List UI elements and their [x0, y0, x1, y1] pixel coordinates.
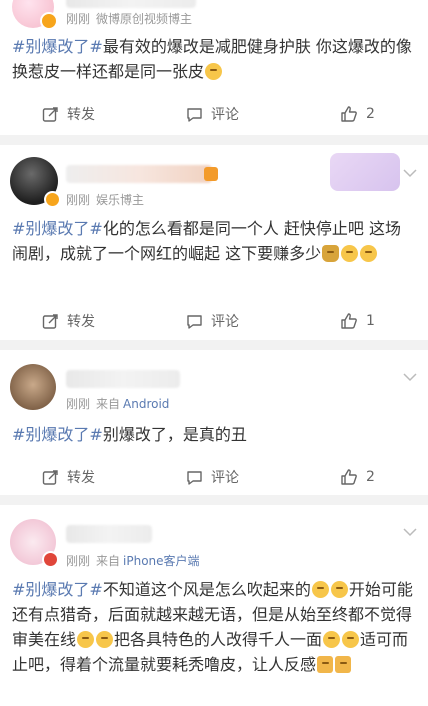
username-blurred[interactable] — [66, 0, 196, 8]
post-source-prefix: 来自 — [96, 397, 121, 411]
repost-icon — [42, 106, 58, 122]
post-card-2: 刚刚 娱乐博主 #别爆改了#化的怎么看都是同一个人 赶快停止吧 这场闹剧，成就了一… — [0, 145, 428, 340]
smirk-emoji-icon — [96, 631, 114, 648]
post-meta: 刚刚 微博原创视频博主 — [66, 10, 192, 27]
repost-label: 转发 — [67, 314, 95, 330]
post-text: #别爆改了#别爆改了，是真的丑 — [12, 422, 416, 447]
post-source[interactable]: Android — [123, 397, 169, 411]
repost-label: 转发 — [67, 470, 95, 486]
post-card-1: 刚刚 微博原创视频博主 #别爆改了#最有效的爆改是减肥健身护肤 你这爆改的像换惹皮… — [0, 0, 428, 135]
post-body-part-3: 把各具特色的人改得千人一面 — [114, 630, 323, 649]
comment-button[interactable]: 评论 — [186, 459, 239, 495]
username-blurred[interactable] — [66, 370, 180, 388]
post-body: 别爆改了，是真的丑 — [102, 425, 247, 444]
post-time: 刚刚 — [66, 12, 91, 26]
red-badge-icon — [42, 551, 59, 568]
action-bar: 转发 评论 1 — [0, 303, 428, 339]
like-count: 2 — [366, 469, 375, 485]
username-blurred[interactable] — [66, 525, 152, 543]
repost-icon — [42, 469, 58, 485]
post-text: #别爆改了#不知道这个风是怎么吹起来的 开始可能还有点猎奇，后面就越来越无语，但是… — [12, 577, 416, 677]
money-bag-emoji-icon — [322, 245, 340, 262]
repost-icon — [42, 313, 58, 329]
post-text: #别爆改了#最有效的爆改是减肥健身护肤 你这爆改的像换惹皮一样还都是同一张皮 — [12, 34, 416, 84]
post-body-part-1: 不知道这个风是怎么吹起来的 — [102, 580, 311, 599]
smirk-emoji-icon — [311, 581, 329, 598]
post-meta: 刚刚 来自 iPhone客户端 — [66, 552, 200, 569]
repost-button[interactable]: 转发 — [42, 303, 95, 339]
post-source: 微博原创视频博主 — [96, 12, 193, 26]
thumb-up-icon — [341, 313, 357, 329]
like-button[interactable]: 1 — [340, 303, 375, 339]
repost-button[interactable]: 转发 — [42, 96, 95, 132]
repost-label: 转发 — [67, 107, 95, 123]
comment-button[interactable]: 评论 — [186, 303, 239, 339]
like-count: 2 — [366, 106, 375, 122]
smirk-emoji-icon — [342, 631, 360, 648]
post-card-4: 刚刚 来自 iPhone客户端 #别爆改了#不知道这个风是怎么吹起来的 开始可能还有点… — [0, 505, 428, 706]
post-meta: 刚刚 来自 Android — [66, 395, 169, 412]
post-source[interactable]: iPhone客户端 — [123, 554, 200, 568]
chevron-down-icon[interactable] — [402, 372, 418, 382]
comment-icon — [187, 470, 202, 485]
comment-label: 评论 — [211, 107, 239, 123]
chevron-down-icon[interactable] — [402, 527, 418, 537]
hashtag-link[interactable]: #别爆改了# — [12, 425, 103, 444]
thumb-up-icon — [341, 106, 357, 122]
grin-emoji-icon — [341, 245, 359, 262]
post-source-prefix: 来自 — [96, 554, 121, 568]
action-bar: 转发 评论 2 — [0, 459, 428, 495]
avatar[interactable] — [10, 364, 56, 410]
post-meta: 刚刚 娱乐博主 — [66, 191, 144, 208]
thumbs-down-emoji-icon — [335, 656, 352, 673]
smirk-emoji-icon — [77, 631, 95, 648]
hashtag-link[interactable]: #别爆改了# — [12, 580, 103, 599]
post-text: #别爆改了#化的怎么看都是同一个人 赶快停止吧 这场闹剧，成就了一个网红的崛起 … — [12, 216, 416, 266]
vip-badge-icon — [204, 167, 218, 181]
smirk-emoji-icon — [323, 631, 341, 648]
like-button[interactable]: 2 — [340, 459, 375, 495]
grin-emoji-icon — [360, 245, 378, 262]
post-source: 娱乐博主 — [96, 193, 145, 207]
comment-icon — [187, 107, 202, 122]
post-time: 刚刚 — [66, 397, 91, 411]
verified-badge-icon — [44, 191, 61, 208]
post-time: 刚刚 — [66, 193, 91, 207]
post-card-3: 刚刚 来自 Android #别爆改了#别爆改了，是真的丑 转发 评论 2 — [0, 350, 428, 495]
comment-label: 评论 — [211, 470, 239, 486]
post-time: 刚刚 — [66, 554, 91, 568]
username-blurred[interactable] — [66, 165, 212, 183]
verified-badge-icon — [40, 12, 58, 30]
comment-button[interactable]: 评论 — [186, 96, 239, 132]
like-button[interactable]: 2 — [340, 96, 375, 132]
chevron-down-icon[interactable] — [402, 168, 418, 178]
repost-button[interactable]: 转发 — [42, 459, 95, 495]
action-bar: 转发 评论 2 — [0, 96, 428, 132]
comment-icon — [187, 314, 202, 329]
comment-label: 评论 — [211, 314, 239, 330]
decoration-card — [330, 153, 400, 191]
smile-emoji-icon — [205, 63, 223, 80]
thumb-up-icon — [341, 469, 357, 485]
smirk-emoji-icon — [330, 581, 348, 598]
hashtag-link[interactable]: #别爆改了# — [12, 37, 103, 56]
hashtag-link[interactable]: #别爆改了# — [12, 219, 103, 238]
like-count: 1 — [366, 313, 375, 329]
thumbs-down-emoji-icon — [317, 656, 334, 673]
